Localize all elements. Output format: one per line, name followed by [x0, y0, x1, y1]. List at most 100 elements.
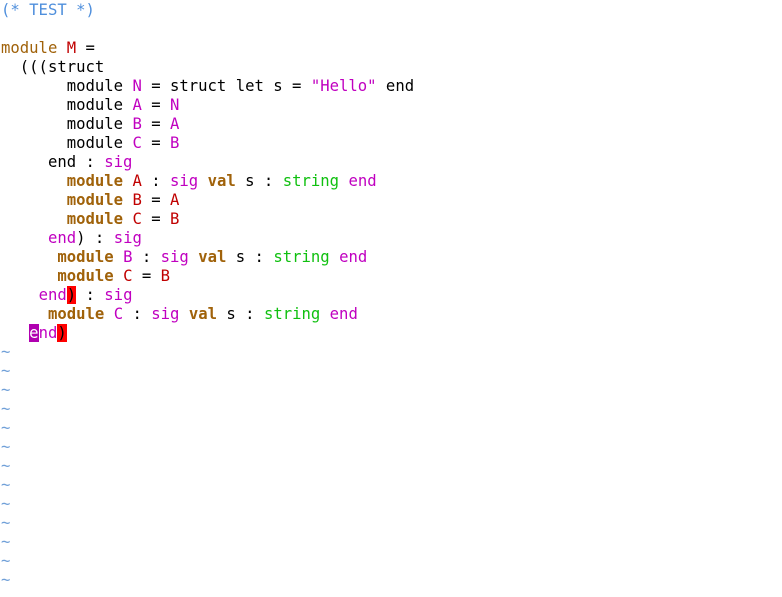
code-line[interactable]: end) : sig — [1, 229, 142, 248]
code-token: N — [170, 96, 180, 114]
code-token: : — [132, 248, 161, 266]
code-token: string — [263, 305, 321, 323]
code-token: B — [170, 134, 180, 152]
code-token: M — [66, 39, 77, 57]
code-token: val — [207, 172, 236, 190]
code-line[interactable]: module C = B — [1, 267, 170, 286]
code-token: end — [47, 229, 77, 247]
code-token: module — [1, 134, 133, 152]
code-token: = — [141, 134, 170, 152]
code-token: = struct let s = — [141, 77, 311, 95]
code-token: val — [188, 305, 217, 323]
empty-line-tilde: ~ — [1, 343, 11, 361]
code-token: module — [1, 77, 133, 95]
code-token: N — [132, 77, 142, 95]
code-token: A — [132, 96, 142, 114]
code-line[interactable]: module B = A — [1, 191, 180, 210]
code-token: s : — [235, 172, 283, 190]
code-token: module — [57, 267, 114, 285]
code-line[interactable]: module B : sig val s : string end — [1, 248, 367, 267]
code-token: end : — [1, 153, 105, 171]
code-token: end — [329, 305, 358, 323]
code-line[interactable]: (((struct — [1, 58, 105, 77]
empty-line-tilde: ~ — [1, 476, 11, 494]
code-line[interactable]: module A : sig val s : string end — [1, 172, 377, 191]
code-line[interactable]: module M = — [1, 39, 95, 58]
empty-line-tilde: ~ — [1, 495, 11, 513]
code-token: module — [1, 115, 133, 133]
code-token: module — [66, 191, 124, 209]
code-token: end — [376, 77, 415, 95]
code-token: nd — [38, 324, 58, 342]
empty-line-tilde: ~ — [1, 571, 11, 589]
code-line[interactable]: module C = B — [1, 210, 180, 229]
empty-line-tilde: ~ — [1, 362, 11, 380]
code-token: module — [1, 39, 58, 57]
code-line[interactable]: (* TEST *) — [1, 1, 95, 20]
code-token: "Hello" — [310, 77, 377, 95]
matching-paren: ) — [66, 286, 77, 304]
code-token: module — [1, 96, 133, 114]
code-token: = — [76, 39, 95, 57]
code-line[interactable]: module C : sig val s : string end — [1, 305, 358, 324]
code-line[interactable]: module B = A — [1, 115, 180, 134]
code-token: module — [47, 305, 105, 323]
code-token: = — [141, 96, 170, 114]
empty-line-tilde: ~ — [1, 552, 11, 570]
code-token: end — [339, 248, 368, 266]
code-token: (* TEST *) — [1, 1, 95, 19]
code-token: sig — [160, 248, 189, 266]
code-token: = — [141, 115, 170, 133]
code-token: C — [132, 134, 142, 152]
code-line[interactable]: end : sig — [1, 153, 133, 172]
code-line[interactable]: end) : sig — [1, 286, 132, 305]
code-token: A — [170, 191, 180, 209]
cursor: e — [29, 324, 39, 342]
code-token: string — [273, 248, 330, 266]
empty-line-tilde: ~ — [1, 457, 11, 475]
empty-line-tilde: ~ — [1, 381, 11, 399]
code-token: = — [141, 210, 171, 228]
code-token: end — [38, 286, 67, 304]
code-line[interactable]: module A = N — [1, 96, 180, 115]
code-token: module — [66, 172, 124, 190]
code-line[interactable]: end) — [1, 324, 67, 343]
code-line[interactable]: module N = struct let s = "Hello" end — [1, 77, 414, 96]
code-token: string — [282, 172, 340, 190]
code-token: : — [123, 305, 152, 323]
code-token: sig — [151, 305, 180, 323]
code-token: ) : — [76, 229, 114, 247]
code-token: sig — [170, 172, 199, 190]
code-token: C — [132, 210, 142, 228]
code-token: sig — [104, 286, 133, 304]
vim-editor[interactable]: (* TEST *) module M = (((struct module N … — [0, 0, 782, 597]
code-token: : — [76, 286, 105, 304]
code-token: = — [141, 191, 171, 209]
code-line[interactable]: module C = B — [1, 134, 180, 153]
empty-line-tilde: ~ — [1, 514, 11, 532]
matching-paren: ) — [57, 324, 67, 342]
code-token: sig — [104, 153, 133, 171]
code-token: B — [132, 115, 142, 133]
code-token: C — [113, 305, 124, 323]
code-token: (((struct — [1, 58, 105, 76]
code-token: s : — [216, 305, 264, 323]
empty-line-tilde: ~ — [1, 533, 11, 551]
code-token: A — [170, 115, 180, 133]
